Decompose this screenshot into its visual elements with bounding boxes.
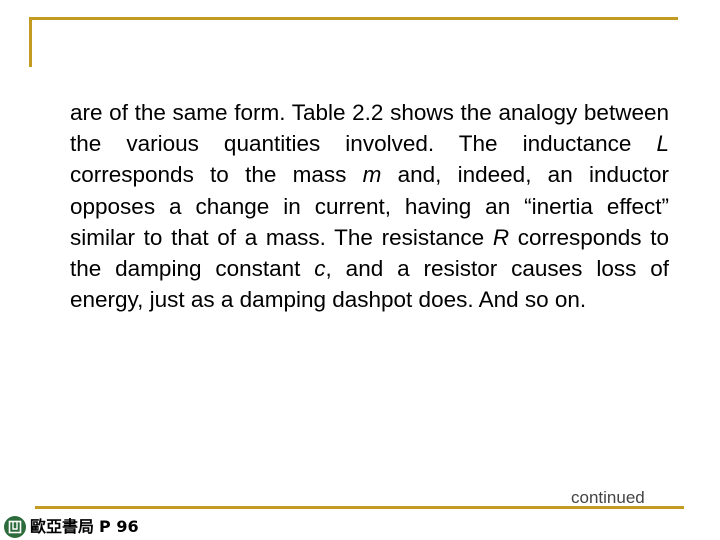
slide-body-text: are of the same form. Table 2.2 shows th… bbox=[70, 97, 669, 315]
variable-L: L bbox=[656, 131, 669, 157]
continued-label: continued bbox=[571, 488, 645, 507]
publisher-name: 歐亞書局 bbox=[30, 517, 95, 536]
body-segment: corresponds to the mass bbox=[70, 162, 363, 188]
bottom-accent-rule bbox=[35, 506, 684, 509]
left-accent-rule bbox=[29, 17, 32, 67]
top-accent-rule bbox=[29, 17, 678, 20]
body-segment: are of the same form. Table 2.2 shows th… bbox=[70, 100, 669, 157]
page-number: P 96 bbox=[99, 517, 139, 536]
publisher-logo-icon bbox=[4, 516, 26, 538]
footer: 歐亞書局 P 96 bbox=[4, 516, 139, 538]
variable-c: c bbox=[314, 256, 326, 282]
variable-R: R bbox=[492, 224, 510, 250]
variable-m: m bbox=[362, 162, 382, 188]
